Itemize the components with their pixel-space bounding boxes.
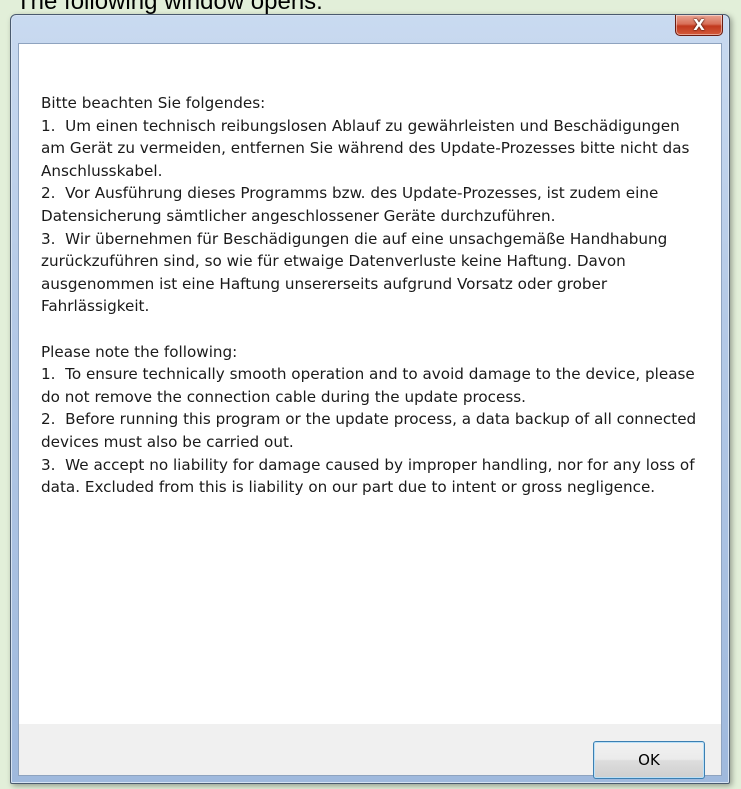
close-icon: X	[693, 15, 705, 34]
dialog-window: X Bitte beachten Sie folgendes: 1. Um ei…	[10, 14, 730, 784]
close-button[interactable]: X	[675, 15, 723, 36]
dialog-client-area: Bitte beachten Sie folgendes: 1. Um eine…	[18, 43, 722, 779]
button-bar: OK	[19, 724, 721, 779]
message-text: Bitte beachten Sie folgendes: 1. Um eine…	[41, 94, 697, 497]
title-bar[interactable]: X	[11, 15, 729, 45]
message-panel: Bitte beachten Sie folgendes: 1. Um eine…	[19, 44, 721, 724]
ok-button[interactable]: OK	[593, 741, 705, 779]
